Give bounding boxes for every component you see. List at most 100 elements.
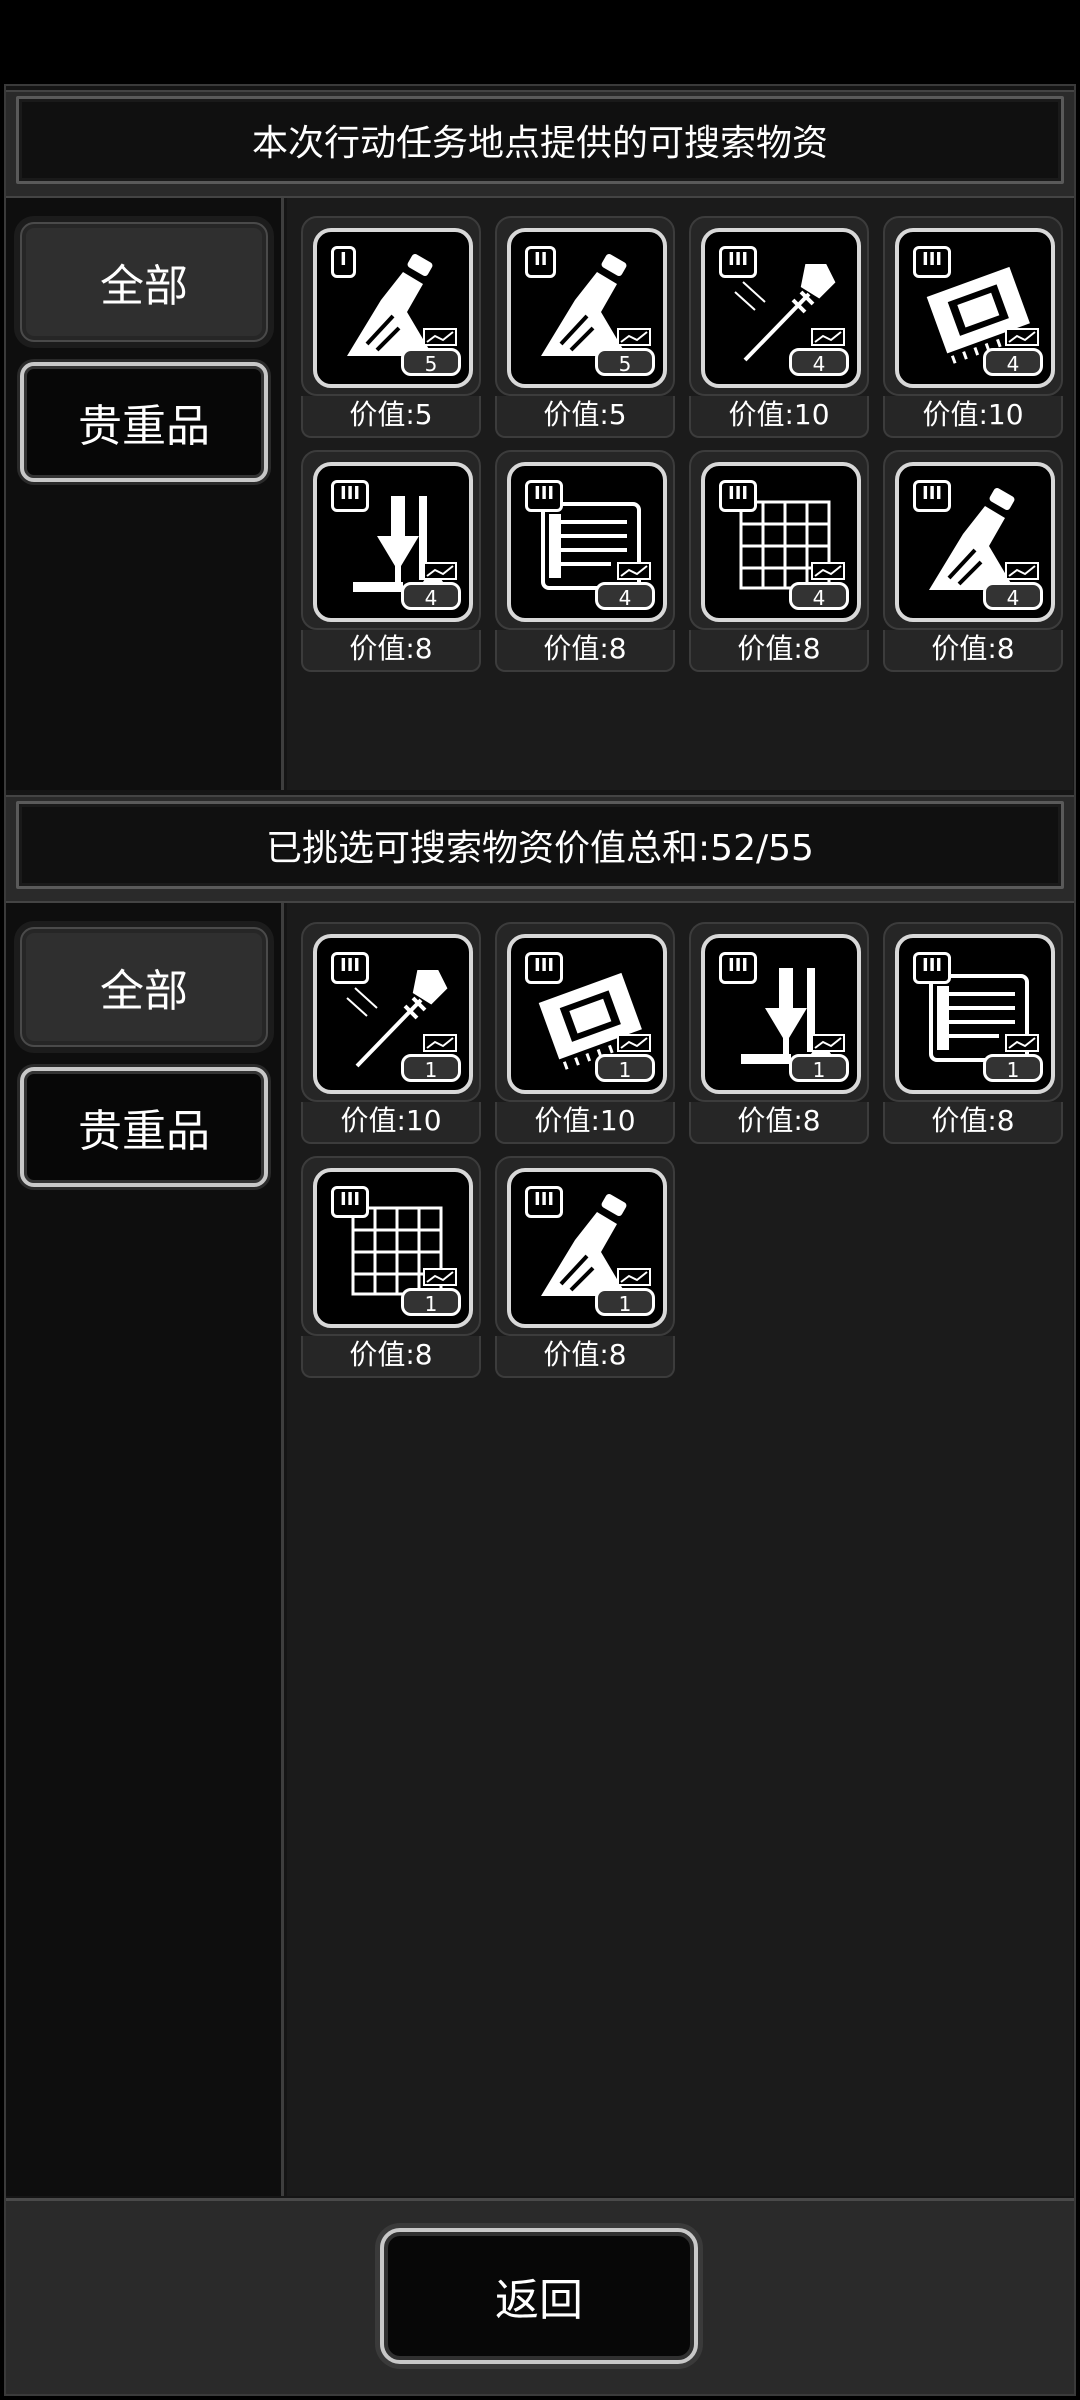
- tier-badge: III: [525, 480, 564, 512]
- item-count: 1: [789, 1054, 849, 1082]
- item-card: II 5: [495, 216, 675, 396]
- item-frame: III 4: [701, 462, 861, 622]
- item-frame: I5: [313, 228, 473, 388]
- item-value: 价值:8: [689, 630, 869, 672]
- item-frame: III 4: [507, 462, 667, 622]
- item-slot[interactable]: III 4 价值:8: [883, 450, 1063, 674]
- item-value: 价值:10: [689, 396, 869, 438]
- item-slot[interactable]: III 4 价值:10: [689, 216, 869, 440]
- item-count: 4: [401, 582, 461, 610]
- item-card: III 1: [495, 1156, 675, 1336]
- signal-icon: [423, 328, 457, 346]
- item-card: III 4: [883, 216, 1063, 396]
- item-slot[interactable]: III 1 价值:10: [301, 922, 481, 1146]
- item-value: 价值:8: [301, 1336, 481, 1378]
- item-slot[interactable]: III 1 价值:10: [495, 922, 675, 1146]
- item-frame: II 5: [507, 228, 667, 388]
- tier-badge: III: [331, 1186, 370, 1218]
- item-count: 4: [983, 348, 1043, 376]
- item-slot[interactable]: III 1 价值:8: [301, 1156, 481, 1380]
- tier-badge: III: [913, 480, 952, 512]
- item-card: III 4: [883, 450, 1063, 630]
- tier-badge: I: [331, 246, 356, 278]
- item-slot[interactable]: III 4 价值:8: [301, 450, 481, 674]
- signal-icon: [423, 562, 457, 580]
- item-value: 价值:8: [689, 1102, 869, 1144]
- item-card: III 1: [301, 1156, 481, 1336]
- item-card: III 1: [689, 922, 869, 1102]
- bottom-tab-all[interactable]: 全部: [20, 927, 268, 1047]
- item-value: 价值:5: [301, 396, 481, 438]
- item-slot[interactable]: III 4 价值:8: [689, 450, 869, 674]
- item-card: III 4: [689, 216, 869, 396]
- item-card: III 1: [883, 922, 1063, 1102]
- item-slot[interactable]: III 4 价值:10: [883, 216, 1063, 440]
- return-button[interactable]: 返回: [380, 2228, 698, 2364]
- tier-badge: III: [525, 952, 564, 984]
- item-card: III 4: [495, 450, 675, 630]
- item-value: 价值:8: [495, 1336, 675, 1378]
- signal-icon: [423, 1268, 457, 1286]
- item-count: 1: [595, 1054, 655, 1082]
- bottom-panel-title: 已挑选可搜索物资价值总和:52/55: [16, 801, 1064, 889]
- item-count: 1: [401, 1288, 461, 1316]
- item-card: III 1: [301, 922, 481, 1102]
- item-count: 4: [789, 348, 849, 376]
- item-value: 价值:10: [883, 396, 1063, 438]
- tier-badge: III: [913, 246, 952, 278]
- item-card: III 1: [495, 922, 675, 1102]
- item-value: 价值:8: [883, 630, 1063, 672]
- item-frame: III 4: [313, 462, 473, 622]
- item-count: 5: [595, 348, 655, 376]
- bottom-sidebar: 全部 贵重品: [6, 903, 284, 2196]
- signal-icon: [1005, 1034, 1039, 1052]
- item-value: 价值:8: [301, 630, 481, 672]
- signal-icon: [617, 562, 651, 580]
- signal-icon: [423, 1034, 457, 1052]
- item-slot[interactable]: II 5 价值:5: [495, 216, 675, 440]
- item-frame: III 1: [895, 934, 1055, 1094]
- item-frame: III 1: [313, 934, 473, 1094]
- top-panel-title: 本次行动任务地点提供的可搜索物资: [16, 96, 1064, 184]
- item-slot[interactable]: III 1 价值:8: [883, 922, 1063, 1146]
- top-tab-valuable[interactable]: 贵重品: [20, 362, 268, 482]
- item-frame: III 1: [313, 1168, 473, 1328]
- signal-icon: [617, 1034, 651, 1052]
- item-frame: III 1: [507, 934, 667, 1094]
- signal-icon: [1005, 562, 1039, 580]
- signal-icon: [617, 1268, 651, 1286]
- item-value: 价值:5: [495, 396, 675, 438]
- signal-icon: [617, 328, 651, 346]
- tier-badge: III: [913, 952, 952, 984]
- item-count: 5: [401, 348, 461, 376]
- bottom-tab-valuable[interactable]: 贵重品: [20, 1067, 268, 1187]
- tier-badge: III: [525, 1186, 564, 1218]
- signal-icon: [811, 1034, 845, 1052]
- tier-badge: II: [525, 246, 557, 278]
- item-card: III 4: [689, 450, 869, 630]
- signal-icon: [811, 562, 845, 580]
- tier-badge: III: [719, 246, 758, 278]
- top-tab-all[interactable]: 全部: [20, 222, 268, 342]
- tier-badge: III: [331, 952, 370, 984]
- item-frame: III 4: [701, 228, 861, 388]
- item-value: 价值:8: [495, 630, 675, 672]
- item-slot[interactable]: III 4 价值:8: [495, 450, 675, 674]
- item-count: 1: [983, 1054, 1043, 1082]
- top-sidebar: 全部 贵重品: [6, 198, 284, 790]
- tier-badge: III: [719, 480, 758, 512]
- signal-icon: [811, 328, 845, 346]
- item-value: 价值:10: [301, 1102, 481, 1144]
- signal-icon: [1005, 328, 1039, 346]
- item-frame: III 4: [895, 228, 1055, 388]
- item-frame: III 1: [507, 1168, 667, 1328]
- item-count: 4: [595, 582, 655, 610]
- item-slot[interactable]: III 1 价值:8: [689, 922, 869, 1146]
- item-frame: III 4: [895, 462, 1055, 622]
- item-count: 1: [401, 1054, 461, 1082]
- item-count: 4: [983, 582, 1043, 610]
- item-slot[interactable]: III 1 价值:8: [495, 1156, 675, 1380]
- tier-badge: III: [719, 952, 758, 984]
- item-slot[interactable]: I 5 价值:5: [301, 216, 481, 440]
- item-count: 4: [789, 582, 849, 610]
